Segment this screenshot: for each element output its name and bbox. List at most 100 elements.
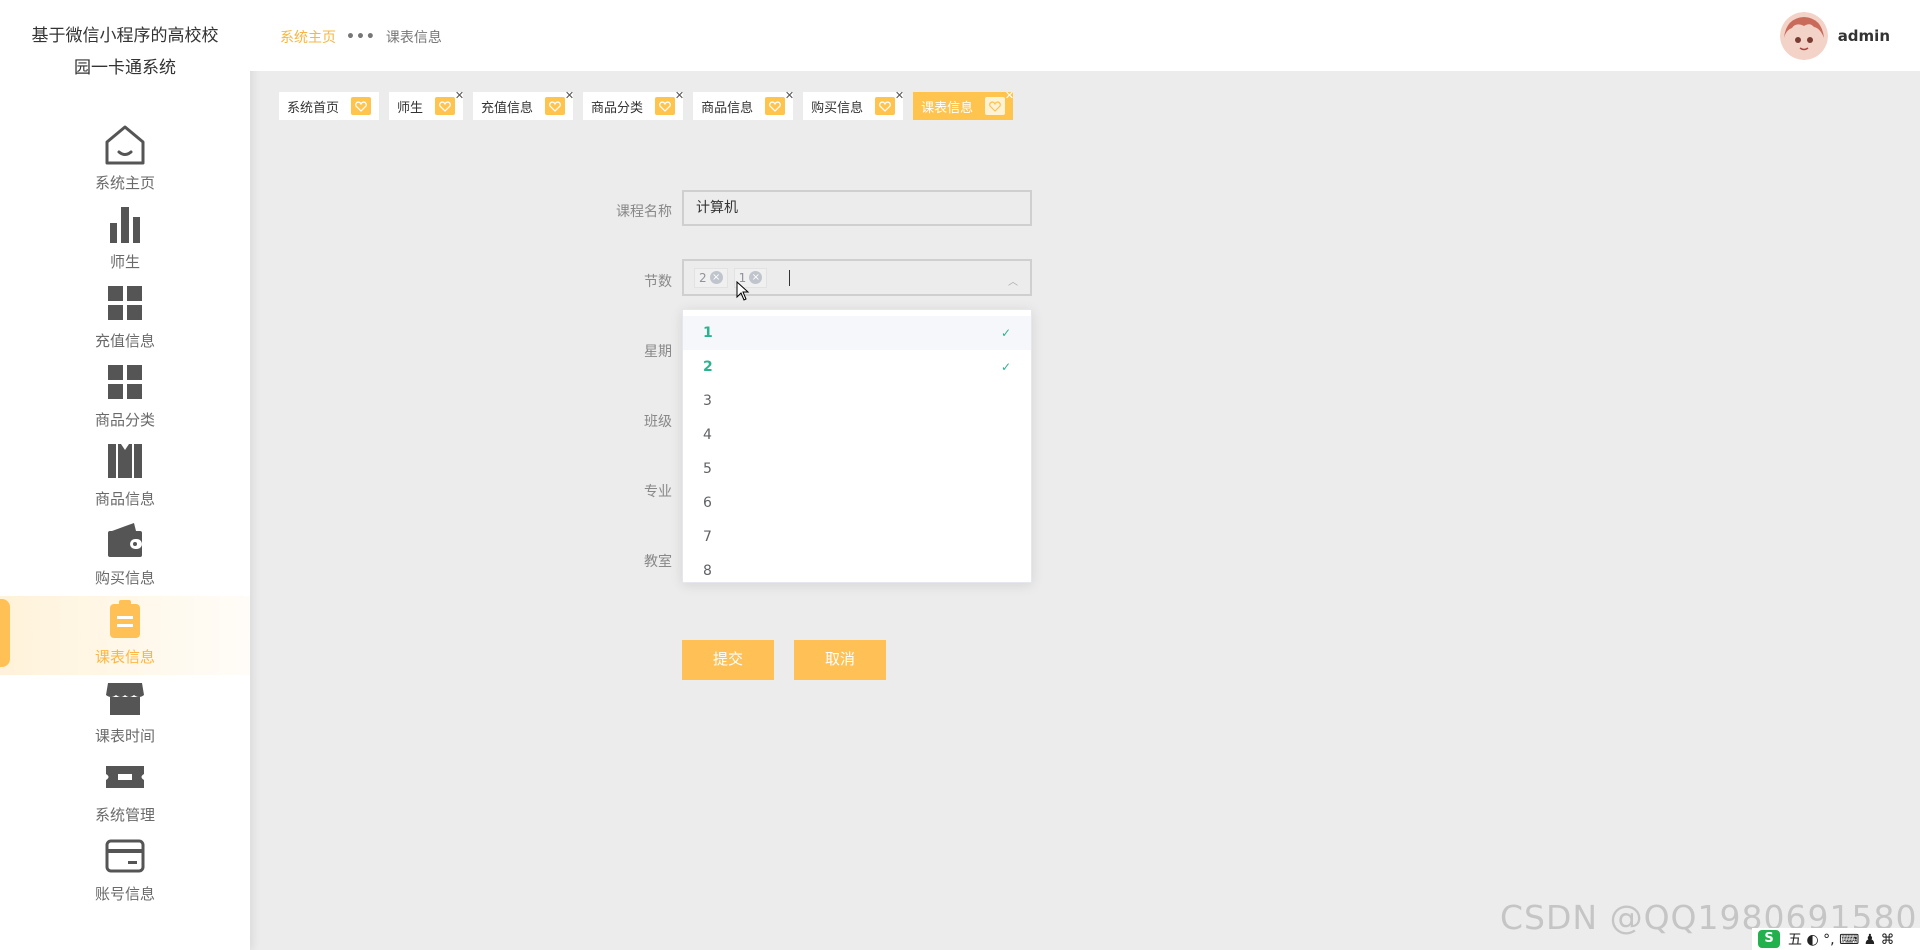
sidebar-item-label: 商品分类 [94,411,155,429]
close-icon[interactable]: ✕ [675,90,684,102]
heart-icon [765,97,786,115]
dropdown-option[interactable]: 2 ✓ [683,350,1031,384]
sidebar-menu: 系统主页 师生 充值信息 商品分类 商品信息 购买信息 课表信息 课表时间 系统… [0,122,250,912]
grid-icon [102,280,148,326]
top-header: 系统主页 ••• 课表信息 admin [250,0,1920,71]
shop-icon [102,675,148,721]
close-icon[interactable]: ✕ [455,90,464,102]
sidebar-item-label: 商品信息 [94,490,155,508]
dropdown-option[interactable]: 8 [683,554,1031,582]
tab-label: 商品分类 [591,100,644,116]
tab-label: 课表信息 [921,100,974,116]
tab-label: 商品信息 [701,100,754,116]
section-dropdown: 1 ✓ 2 ✓ 3 4 5 6 7 8 [682,309,1032,583]
app-title-line2: 园一卡通系统 [74,58,176,78]
option-label: 7 [703,529,712,545]
option-label: 6 [703,495,712,511]
room-label: 教室 [644,554,672,570]
app-title-line1: 基于微信小程序的高校校 [31,26,219,46]
heart-icon [875,97,896,115]
avatar[interactable] [1779,12,1828,60]
section-tag: 2 × [694,267,728,288]
course-name-input[interactable]: 计算机 [682,190,1032,226]
dropdown-option[interactable]: 1 ✓ [683,316,1031,350]
tag-close-icon[interactable]: × [709,271,723,284]
sidebar-item-schedule-info[interactable]: 课表信息 [0,596,250,675]
section-select[interactable]: 2 × 1 × ︿ [682,259,1032,296]
section-label: 节数 [644,274,672,290]
mouse-pointer-icon [736,281,750,301]
sidebar-item-schedule-time[interactable]: 课表时间 [0,675,250,754]
wallet-icon [102,517,148,563]
option-label: 3 [703,393,712,409]
breadcrumb-current: 课表信息 [385,30,442,46]
check-icon: ✓ [1000,326,1011,340]
course-name-label: 课程名称 [616,204,672,220]
option-label: 2 [703,359,713,375]
week-label: 星期 [644,344,672,360]
chevron-up-icon[interactable]: ︿ [1008,273,1018,288]
sidebar-item-label: 购买信息 [94,569,155,587]
breadcrumb-home[interactable]: 系统主页 [280,27,336,47]
bar-chart-icon [102,201,148,247]
tab-product-category[interactable]: 商品分类 ✕ [583,90,684,120]
sidebar-item-label: 账号信息 [94,885,155,903]
sidebar-item-label: 系统管理 [94,806,155,824]
section-tag-text: 2 [699,270,707,285]
close-icon[interactable]: ✕ [785,90,794,102]
option-label: 5 [703,461,712,477]
option-label: 4 [703,427,712,443]
breadcrumb: 系统主页 ••• 课表信息 [280,27,442,47]
close-icon[interactable]: ✕ [895,90,904,102]
class-label: 班级 [644,414,672,430]
tab-product-info[interactable]: 商品信息 ✕ [693,90,794,120]
sidebar-item-system-management[interactable]: 系统管理 [0,754,250,833]
major-label: 专业 [644,484,672,500]
text-caret [789,269,791,286]
ticket-icon [102,754,148,800]
option-label: 1 [703,325,713,341]
tab-teachers-students[interactable]: 师生 ✕ [389,90,464,120]
sidebar: 基于微信小程序的高校校 园一卡通系统 系统主页 师生 充值信息 商品分类 商品信… [0,0,250,950]
cancel-button[interactable]: 取消 [794,640,886,680]
tab-label: 充值信息 [481,100,534,116]
tab-recharge[interactable]: 充值信息 ✕ [473,90,574,120]
sidebar-item-purchase[interactable]: 购买信息 [0,517,250,596]
sidebar-item-product-info[interactable]: 商品信息 [0,438,250,517]
heart-icon [545,97,566,115]
sidebar-item-account[interactable]: 账号信息 [0,833,250,912]
grid-icon [102,359,148,405]
sidebar-item-home[interactable]: 系统主页 [0,122,250,201]
sidebar-item-teachers-students[interactable]: 师生 [0,201,250,280]
heart-icon [985,97,1006,115]
sidebar-item-label: 师生 [109,253,140,271]
tab-label: 系统首页 [287,100,340,116]
user-menu[interactable]: admin [1779,12,1890,60]
dropdown-option[interactable]: 7 [683,520,1031,554]
app-title: 基于微信小程序的高校校 园一卡通系统 [0,0,250,84]
sidebar-item-label: 充值信息 [94,332,155,350]
tray-icons: 五 ◐ °, ⌨ ♟ ⌘ [1788,932,1895,948]
dropdown-option[interactable]: 5 [683,452,1031,486]
option-label: 8 [703,563,712,579]
sidebar-item-label: 课表时间 [94,727,155,745]
tab-schedule-info[interactable]: 课表信息 ✕ [913,90,1014,120]
tab-label: 购买信息 [811,100,864,116]
dropdown-option[interactable]: 3 [683,384,1031,418]
close-icon[interactable]: ✕ [1005,90,1014,102]
tab-purchase[interactable]: 购买信息 ✕ [803,90,904,120]
username[interactable]: admin [1838,27,1890,45]
heart-icon [435,97,456,115]
ime-icon[interactable]: S [1758,930,1780,948]
tab-label: 师生 [397,100,424,116]
sidebar-item-recharge[interactable]: 充值信息 [0,280,250,359]
close-icon[interactable]: ✕ [565,90,574,102]
submit-button[interactable]: 提交 [682,640,774,680]
heart-icon [655,97,676,115]
dropdown-option[interactable]: 4 [683,418,1031,452]
tab-bar: 系统首页 师生 ✕ 充值信息 ✕ 商品分类 ✕ 商品信息 ✕ 购买信息 ✕ 课表… [279,90,1014,120]
sidebar-item-product-category[interactable]: 商品分类 [0,359,250,438]
tab-system-home[interactable]: 系统首页 [279,92,380,120]
tag-close-icon[interactable]: × [749,271,763,284]
dropdown-option[interactable]: 6 [683,486,1031,520]
